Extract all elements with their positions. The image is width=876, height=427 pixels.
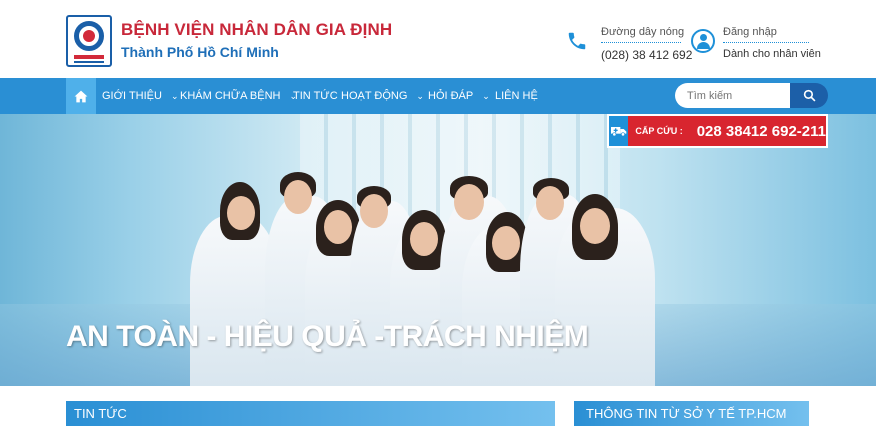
login-divider [723,42,809,43]
staff-face [580,208,610,244]
hotline-number[interactable]: (028) 38 412 692 [601,48,692,62]
staff-face [360,194,388,228]
nav-item-kham-chua-benh[interactable]: KHÁM CHỮA BỆNH ⌄ [180,78,297,114]
health-dept-section-header[interactable]: THÔNG TIN TỪ SỞ Y TẾ TP.HCM [574,401,809,426]
login-subtitle: Dành cho nhân viên [723,48,821,60]
nav-item-tin-tuc[interactable]: TIN TỨC [293,78,338,114]
phone-icon [566,30,588,52]
home-icon [74,90,88,102]
logo-red-band [74,55,104,59]
search-button[interactable] [790,83,828,108]
search-input[interactable] [675,83,791,108]
nav-item-label: KHÁM CHỮA BỆNH [180,90,281,102]
user-icon[interactable] [691,29,715,53]
health-dept-section-title: THÔNG TIN TỪ SỞ Y TẾ TP.HCM [586,406,787,421]
nav-item-label: HOẠT ĐỘNG [341,90,408,102]
staff-face [284,180,312,214]
hospital-city: Thành Phố Hồ Chí Minh [121,44,279,60]
staff-face [410,222,438,256]
hotline-label: Đường dây nóng [601,26,685,38]
user-icon-head [700,34,707,41]
nav-item-label: LIÊN HỆ [495,90,538,102]
staff-face [492,226,520,260]
nav-item-gioi-thieu[interactable]: GIỚI THIỆU ⌄ [102,78,179,114]
hero-slogan: AN TOÀN - HIỆU QUẢ -TRÁCH NHIỆM [66,320,589,353]
chevron-down-icon: ⌄ [482,90,490,101]
nav-item-hoat-dong[interactable]: HOẠT ĐỘNG ⌄ [341,78,424,114]
chevron-down-icon: ⌄ [416,90,424,101]
nav-item-label: HỎI ĐÁP [428,90,474,102]
logo-dot-mark [83,30,95,42]
emergency-number[interactable]: 028 38412 692-211 [697,123,826,140]
emergency-label: CẤP CỨU : [635,126,683,136]
emergency-badge[interactable]: CẤP CỨU : 028 38412 692-211 [607,114,828,148]
ambulance-icon [609,116,629,146]
nav-item-hoi-dap[interactable]: HỎI ĐÁP ⌄ [428,78,490,114]
hotline-divider [601,42,681,43]
nav-item-label: GIỚI THIỆU [102,90,162,102]
staff-face [324,210,352,244]
chevron-down-icon: ⌄ [170,90,179,101]
news-section-header[interactable]: TIN TỨC [66,401,555,426]
site-header: BỆNH VIỆN NHÂN DÂN GIA ĐỊNH Thành Phố Hồ… [0,0,876,78]
nav-item-lien-he[interactable]: LIÊN HỆ [495,78,538,114]
hospital-logo[interactable] [66,15,112,67]
home-button[interactable] [66,78,96,114]
login-link[interactable]: Đăng nhập [723,26,777,38]
staff-face [227,196,255,230]
news-section-title: TIN TỨC [74,406,127,421]
nav-item-label: TIN TỨC [293,90,338,102]
logo-blue-band [74,61,104,63]
hero-banner: AN TOÀN - HIỆU QUẢ -TRÁCH NHIỆM [0,114,876,386]
user-icon-body [697,42,710,49]
hospital-name[interactable]: BỆNH VIỆN NHÂN DÂN GIA ĐỊNH [121,20,392,40]
search-icon [803,89,815,102]
staff-face [536,186,564,220]
staff-face [454,184,484,220]
